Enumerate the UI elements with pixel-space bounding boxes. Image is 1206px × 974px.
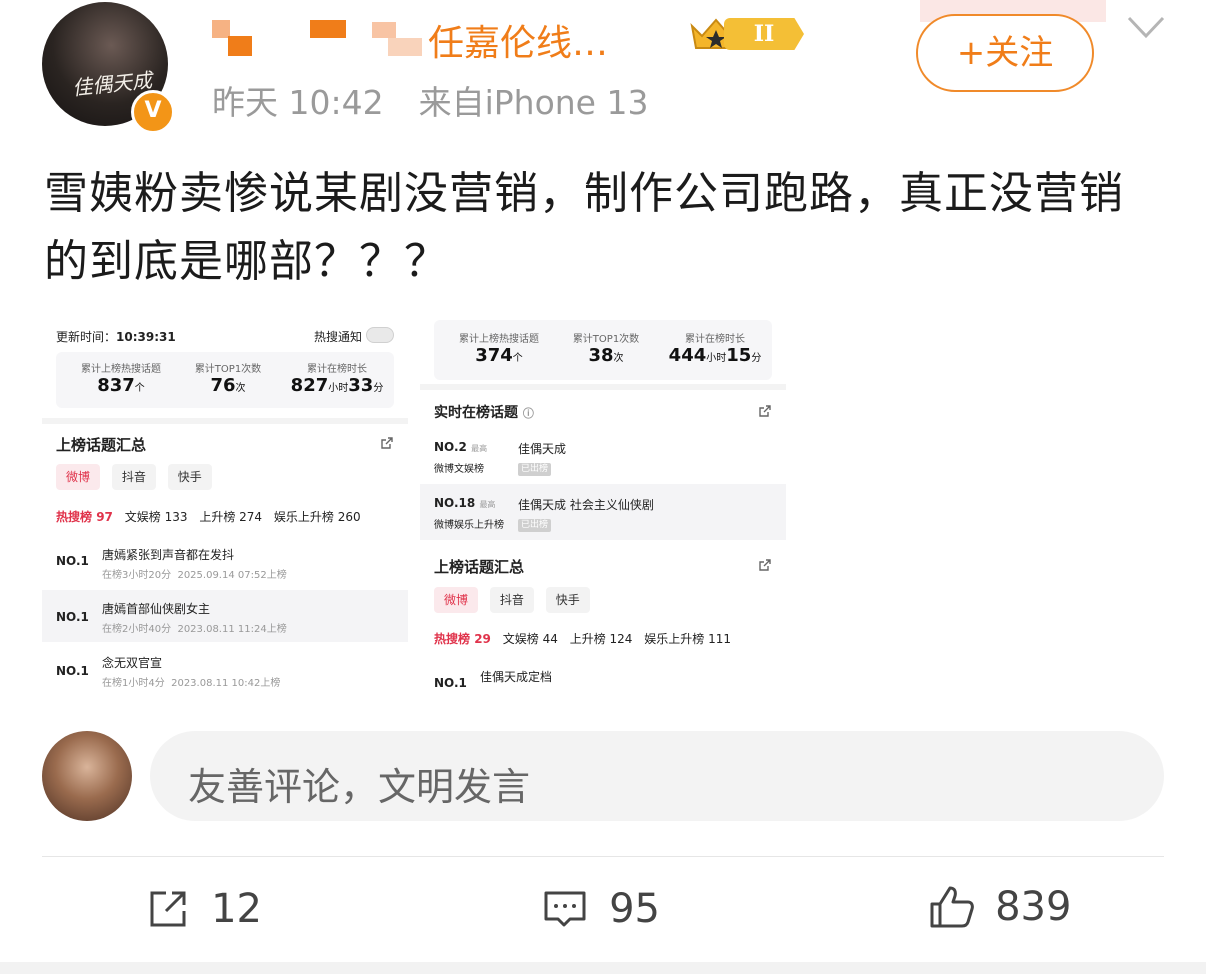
like-button[interactable]: 839 — [928, 884, 1071, 930]
tab-douyin[interactable]: 抖音 — [111, 464, 156, 490]
section-title: 上榜话题汇总 — [56, 436, 147, 454]
member-level-badge: II — [724, 18, 804, 50]
topic-title: 唐嫣首部仙侠剧女主 — [102, 602, 211, 616]
tab-douyin[interactable]: 抖音 — [489, 587, 534, 613]
post-body-text: 雪姨粉卖惨说某剧没营销，制作公司跑路，真正没营销的到底是哪部？？？ — [44, 168, 1124, 287]
realtime-title: 实时在榜话题 ⓘ — [434, 405, 534, 421]
post-source: 来自iPhone 13 — [418, 83, 649, 122]
list-item[interactable]: NO.2 最高 微博文娱榜 佳偶天成 已出榜 — [420, 430, 786, 480]
comment-icon — [544, 891, 586, 927]
thumbs-up-icon — [930, 886, 974, 928]
user-avatar[interactable] — [42, 731, 132, 821]
username-mosaic — [212, 20, 426, 56]
stat-value: 827小时33分 — [290, 375, 384, 396]
stat-value: 38次 — [588, 345, 624, 366]
hot-notify-label: 热搜通知 — [314, 330, 363, 344]
attached-image-left[interactable]: 更新时间：10:39:31 热搜通知 累计上榜热搜话题 837个 累计TOP1次… — [42, 318, 408, 690]
tab-weibo[interactable]: 微博 — [434, 587, 479, 613]
rank-label: NO.1 — [56, 554, 89, 568]
post-meta: 昨天 10:42 来自iPhone 13 — [212, 76, 648, 124]
list-item[interactable]: NO.1 念无双官宣 在榜1小时4分 2023.08.11 10:42上榜 — [42, 646, 408, 690]
repost-icon — [150, 891, 186, 927]
update-time-value: 10:39:31 — [116, 330, 176, 344]
topic-title: 念无双官宣 — [102, 656, 163, 670]
stat-label: 累计上榜热搜话题 — [459, 334, 539, 345]
like-count: 839 — [995, 884, 1072, 930]
tab-weibo[interactable]: 微博 — [56, 464, 101, 490]
stat-value: 837个 — [97, 375, 145, 396]
verified-icon: V — [131, 90, 175, 134]
tab-kuaishou[interactable]: 快手 — [167, 464, 212, 490]
repost-button[interactable]: 12 — [146, 886, 262, 932]
post-timestamp: 昨天 10:42 — [212, 83, 384, 122]
update-time: 更新时间：10:39:31 — [56, 328, 176, 345]
comment-count: 95 — [609, 886, 660, 932]
stat-value: 374个 — [475, 345, 523, 366]
list-item[interactable]: NO.1 佳偶天成定档 — [420, 658, 786, 690]
repost-count: 12 — [211, 886, 262, 932]
chevron-down-icon[interactable] — [1126, 14, 1166, 40]
rank-label: NO.1 — [56, 610, 89, 624]
share-icon[interactable] — [758, 558, 772, 572]
hot-notify-toggle[interactable] — [366, 327, 394, 343]
list-item[interactable]: NO.18 最高 微博娱乐上升榜 佳偶天成 社会主义仙侠剧 已出榜 — [420, 484, 786, 540]
rank-label: NO.1 — [56, 664, 89, 678]
board-counts: 热搜榜 29 文娱榜 44 上升榜 124 娱乐上升榜 111 — [434, 632, 732, 646]
stats-panel: 累计上榜热搜话题 837个 累计TOP1次数 76次 累计在榜时长 827小时3… — [56, 352, 394, 408]
list-item[interactable]: NO.1 唐嫣首部仙侠剧女主 在榜2小时40分 2023.08.11 11:24… — [42, 590, 408, 642]
bottom-strip — [0, 962, 1206, 974]
author-name[interactable]: 任嘉伦线… — [428, 14, 608, 66]
stats-panel: 累计上榜热搜话题 374个 累计TOP1次数 38次 累计在榜时长 444小时1… — [434, 320, 772, 380]
section-title: 上榜话题汇总 — [434, 558, 525, 576]
share-icon[interactable] — [380, 436, 394, 450]
attached-image-right[interactable]: 累计上榜热搜话题 374个 累计TOP1次数 38次 累计在榜时长 444小时1… — [420, 318, 786, 690]
board-counts: 热搜榜 97 文娱榜 133 上升榜 274 娱乐上升榜 260 — [56, 510, 361, 524]
stat-label: 累计在榜时长 — [685, 334, 745, 345]
divider — [42, 856, 1164, 857]
stat-label: 累计TOP1次数 — [194, 364, 262, 375]
stat-label: 累计TOP1次数 — [572, 334, 640, 345]
share-icon[interactable] — [758, 404, 772, 418]
stat-label: 累计在榜时长 — [307, 364, 367, 375]
comment-button[interactable]: 95 — [542, 886, 660, 932]
tab-kuaishou[interactable]: 快手 — [545, 587, 590, 613]
comment-placeholder: 友善评论，文明发言 — [188, 765, 531, 809]
topic-title: 唐嫣紧张到声音都在发抖 — [102, 548, 235, 562]
stat-value: 76次 — [210, 375, 246, 396]
stat-label: 累计上榜热搜话题 — [81, 364, 161, 375]
stat-value: 444小时15分 — [668, 345, 762, 366]
list-item[interactable]: NO.1 唐嫣紧张到声音都在发抖 在榜3小时20分 2025.09.14 07:… — [42, 534, 408, 586]
update-time-label: 更新时间： — [56, 330, 117, 344]
follow-button[interactable]: +关注 — [916, 14, 1094, 92]
